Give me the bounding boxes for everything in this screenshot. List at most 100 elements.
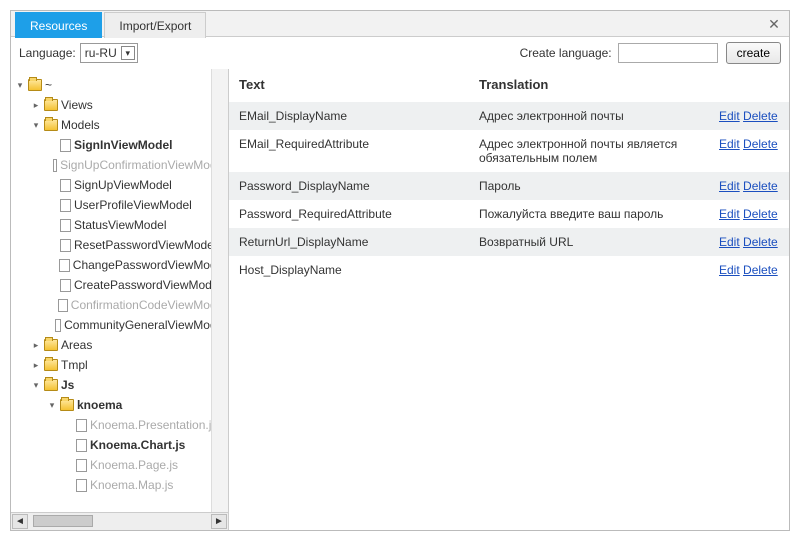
close-icon[interactable]: ✕	[765, 15, 783, 33]
tree-node-label: SignInViewModel	[74, 135, 172, 155]
tree-node[interactable]: ▾~	[13, 75, 228, 95]
tree-node-label: Areas	[61, 335, 92, 355]
table-row: EMail_RequiredAttributeАдрес электронной…	[229, 130, 789, 172]
tree-node[interactable]: ▪SignUpViewModel	[45, 175, 228, 195]
tree-node[interactable]: ▪CommunityGeneralViewModel	[45, 315, 228, 335]
folder-closed-icon	[44, 339, 58, 351]
edit-link[interactable]: Edit	[719, 179, 740, 193]
create-language-input[interactable]	[618, 43, 718, 63]
tree-node-label: Knoema.Presentation.js	[90, 415, 217, 435]
scroll-right-icon[interactable]: ►	[211, 514, 227, 529]
tree-node[interactable]: ▪Knoema.Page.js	[61, 455, 228, 475]
tree-node[interactable]: ▪SignInViewModel	[45, 135, 228, 155]
language-label: Language:	[19, 46, 76, 60]
folder-closed-icon	[44, 99, 58, 111]
tree-node[interactable]: ▪StatusViewModel	[45, 215, 228, 235]
collapse-icon[interactable]: ▾	[15, 75, 25, 95]
tree-node-label: Js	[61, 375, 74, 395]
cell-text: EMail_RequiredAttribute	[229, 130, 469, 172]
file-icon	[60, 279, 71, 292]
folder-open-icon	[60, 399, 74, 411]
delete-link[interactable]: Delete	[743, 137, 778, 151]
col-header-text: Text	[229, 69, 469, 102]
tree-node-label: SignUpViewModel	[74, 175, 172, 195]
tree-node-label: CommunityGeneralViewModel	[64, 315, 226, 335]
cell-translation: Пожалуйста введите ваш пароль	[469, 200, 709, 228]
file-icon	[60, 239, 71, 252]
tree-node-label: ~	[45, 75, 52, 95]
delete-link[interactable]: Delete	[743, 263, 778, 277]
tree-node[interactable]: ▪CreatePasswordViewModel	[45, 275, 228, 295]
cell-text: EMail_DisplayName	[229, 102, 469, 130]
cell-translation: Адрес электронной почты является обязате…	[469, 130, 709, 172]
cell-text: ReturnUrl_DisplayName	[229, 228, 469, 256]
tree-node-label: Models	[61, 115, 100, 135]
tree-node-label: Knoema.Chart.js	[90, 435, 185, 455]
tree-node[interactable]: ▪ResetPasswordViewModel	[45, 235, 228, 255]
folder-closed-icon	[44, 359, 58, 371]
collapse-icon[interactable]: ▾	[47, 395, 57, 415]
tree-node[interactable]: ▾ knoema	[45, 395, 228, 415]
tab-import-export[interactable]: Import/Export	[104, 12, 206, 38]
tree-node[interactable]: ▾ Js	[29, 375, 228, 395]
expand-icon[interactable]: ▸	[31, 355, 41, 375]
tree-node[interactable]: ▪Knoema.Chart.js	[61, 435, 228, 455]
edit-link[interactable]: Edit	[719, 137, 740, 151]
toolbar: Language: ru-RU ▾ Create language: creat…	[11, 37, 789, 69]
edit-link[interactable]: Edit	[719, 263, 740, 277]
tab-resources[interactable]: Resources	[15, 12, 102, 38]
tree-node[interactable]: ▪Knoema.Presentation.js	[61, 415, 228, 435]
expand-icon[interactable]: ▸	[31, 335, 41, 355]
edit-link[interactable]: Edit	[719, 207, 740, 221]
tree-node[interactable]: ▸ Areas	[29, 335, 228, 355]
tree-node-label: Tmpl	[61, 355, 88, 375]
tree-node[interactable]: ▸ Tmpl	[29, 355, 228, 375]
cell-text: Password_DisplayName	[229, 172, 469, 200]
chevron-down-icon[interactable]: ▾	[121, 46, 135, 60]
create-language-label: Create language:	[520, 46, 612, 60]
tree-node[interactable]: ▪UserProfileViewModel	[45, 195, 228, 215]
collapse-icon[interactable]: ▾	[31, 375, 41, 395]
delete-link[interactable]: Delete	[743, 109, 778, 123]
tree-node[interactable]: ▸ Views	[29, 95, 228, 115]
horizontal-scrollbar[interactable]: ◄ ►	[11, 512, 228, 530]
delete-link[interactable]: Delete	[743, 179, 778, 193]
tree-node-label: ChangePasswordViewModel	[73, 255, 226, 275]
file-icon	[76, 439, 87, 452]
edit-link[interactable]: Edit	[719, 109, 740, 123]
col-header-translation: Translation	[469, 69, 709, 102]
tree-node-label: ResetPasswordViewModel	[74, 235, 217, 255]
tree-node-label: UserProfileViewModel	[74, 195, 192, 215]
tree-node[interactable]: ▪Knoema.Map.js	[61, 475, 228, 495]
scroll-left-icon[interactable]: ◄	[12, 514, 28, 529]
file-icon	[55, 319, 61, 332]
table-row: Password_DisplayNameПароль Edit Delete	[229, 172, 789, 200]
collapse-icon[interactable]: ▾	[31, 115, 41, 135]
tree-view[interactable]: ▾~▸Views▾Models▪SignInViewModel▪SignUpCo…	[11, 69, 228, 512]
file-icon	[76, 419, 87, 432]
tree-node-label: knoema	[77, 395, 122, 415]
tree-node-label: CreatePasswordViewModel	[74, 275, 221, 295]
file-icon	[59, 259, 69, 272]
scroll-thumb[interactable]	[33, 515, 93, 527]
tree-node[interactable]: ▪ChangePasswordViewModel	[45, 255, 228, 275]
file-icon	[60, 219, 71, 232]
tree-node-label: ConfirmationCodeViewModel	[71, 295, 226, 315]
table-row: EMail_DisplayNameАдрес электронной почты…	[229, 102, 789, 130]
tree-node[interactable]: ▪SignUpConfirmationViewModel	[45, 155, 228, 175]
tree-node[interactable]: ▾ Models	[29, 115, 228, 135]
create-button[interactable]: create	[726, 42, 781, 64]
delete-link[interactable]: Delete	[743, 207, 778, 221]
table-row: ReturnUrl_DisplayNameВозвратный URLEdit …	[229, 228, 789, 256]
tree-node-label: Knoema.Page.js	[90, 455, 178, 475]
delete-link[interactable]: Delete	[743, 235, 778, 249]
cell-translation: Адрес электронной почты	[469, 102, 709, 130]
expand-icon[interactable]: ▸	[31, 95, 41, 115]
tab-bar: ResourcesImport/Export ✕	[11, 11, 789, 37]
edit-link[interactable]: Edit	[719, 235, 740, 249]
tree-node-label: Views	[61, 95, 93, 115]
cell-translation: Пароль	[469, 172, 709, 200]
tree-node[interactable]: ▪ConfirmationCodeViewModel	[45, 295, 228, 315]
cell-text: Password_RequiredAttribute	[229, 200, 469, 228]
language-select[interactable]: ru-RU ▾	[80, 43, 138, 63]
